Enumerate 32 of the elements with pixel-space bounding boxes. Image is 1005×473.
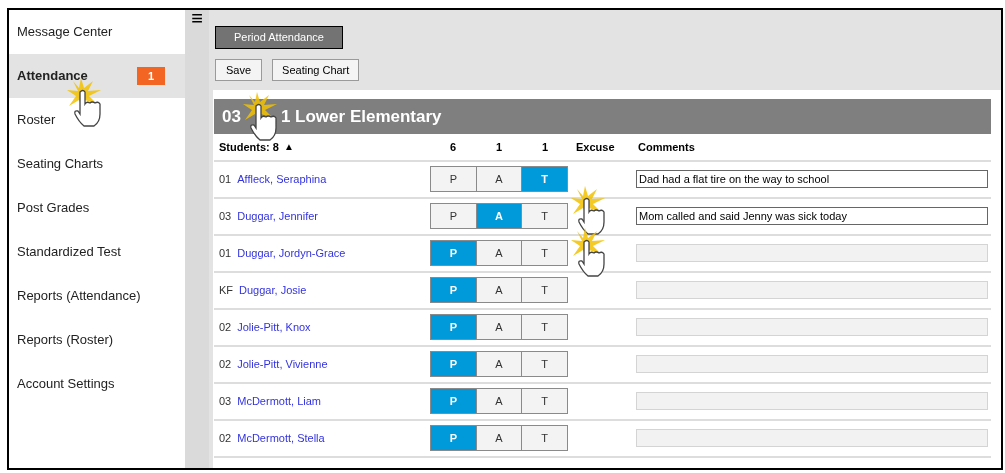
column-header: Students: 8 — [219, 139, 279, 155]
period-attendance-button[interactable]: Period Attendance — [215, 25, 343, 49]
count-header: 1 — [540, 139, 550, 155]
grade-label: KF — [219, 283, 234, 298]
student-link[interactable]: Affleck, Seraphina — [237, 171, 327, 188]
status-toggle[interactable]: T — [521, 204, 567, 229]
status-toggle[interactable]: A — [475, 167, 522, 192]
grade-label: 01 — [219, 246, 232, 261]
grade-label: 03 — [219, 209, 232, 224]
grade-label: 02 — [219, 320, 232, 335]
count-header: 6 — [448, 139, 458, 155]
comment-field[interactable]: Dad had a flat tire on the way to school — [636, 170, 988, 189]
comment-field[interactable]: Mom called and said Jenny was sick today — [636, 207, 988, 226]
save-button[interactable]: Save — [215, 58, 263, 81]
section-title: 1 Lower Elementary — [280, 105, 442, 128]
status-toggle[interactable]: P — [431, 167, 476, 192]
column-header: Excuse — [575, 139, 616, 155]
sidebar-label[interactable]: Attendance — [17, 66, 137, 86]
column-header: Comments — [637, 139, 696, 155]
seating-chart-button[interactable]: Seating Chart — [272, 58, 360, 81]
grade-label: 02 — [219, 431, 232, 446]
sort-icon[interactable]: ▲ — [283, 139, 294, 155]
menu-icon[interactable]: ≡ — [191, 10, 203, 26]
section-title: 03 — [222, 105, 241, 128]
status-toggle[interactable]: P — [431, 204, 476, 229]
count-badge: 1 — [137, 67, 165, 85]
student-link[interactable]: Duggar, Jennifer — [237, 208, 318, 225]
grade-label: 01 — [219, 172, 232, 187]
grade-label: 02 — [219, 357, 232, 372]
sidebar-item[interactable]: Attendance 1 — [9, 54, 185, 98]
count-header: 1 — [494, 139, 504, 155]
grade-label: 03 — [219, 394, 232, 409]
